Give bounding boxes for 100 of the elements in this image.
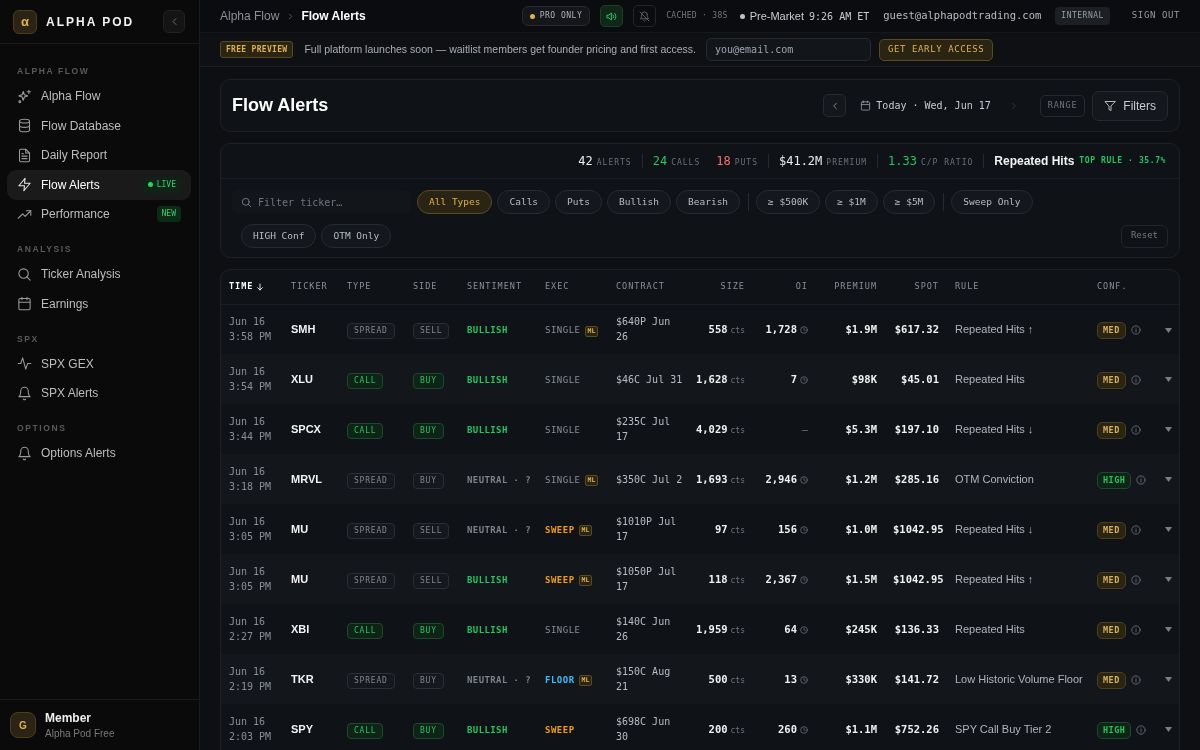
column-header[interactable]: TIME [229,280,265,294]
info-icon[interactable] [1130,375,1141,385]
filter-chip[interactable]: Bullish [607,190,672,214]
size-unit: cts [730,726,745,735]
confidence-tag: MED [1097,371,1126,389]
caret-icon[interactable] [1165,727,1172,733]
column-header[interactable]: CONF. [1097,280,1128,294]
live-label: LIVE [156,178,176,191]
filter-chip[interactable]: All Types [417,190,493,214]
user-plan: Alpha Pod Free [45,726,115,740]
column-header[interactable]: SENTIMENT [467,280,523,294]
side-tag: BUY [413,422,444,439]
premium-value: $1.9M [845,323,877,336]
date-picker-button[interactable]: Today · Wed, Jun 17 [860,98,991,113]
top-rule-name: Repeated Hits [994,153,1075,170]
date-text: Jun 16 [229,415,267,429]
filter-chip[interactable]: Sweep Only [951,190,1033,214]
info-icon[interactable] [1130,525,1141,535]
collapse-button[interactable] [163,10,185,33]
premium-value: $330K [845,673,877,685]
sidebar-item[interactable]: Options Alerts [7,438,191,468]
role-tag: INTERNAL [1055,7,1110,25]
filter-chip[interactable]: OTM Only [321,224,392,248]
spot-price: $197.10 [894,423,939,435]
sidebar-item[interactable]: Alpha Flow [7,81,191,111]
column-header[interactable]: SPOT [914,280,939,294]
date-text: Jun 16 [229,565,267,579]
column-header[interactable]: OI [795,280,808,294]
info-icon[interactable] [1130,325,1141,336]
search-field[interactable]: Filter ticker… [232,190,411,214]
type-tag: CALL [347,372,384,389]
type-tag: CALL [347,722,384,739]
caret-icon[interactable] [1165,577,1172,583]
size-unit: cts [730,576,745,585]
rule-name: Repeated Hits ↑ [955,573,1034,585]
sound-toggle-button[interactable] [600,5,624,27]
spot-price: $1042.95 [893,523,944,535]
date-text: Jun 16 [229,315,267,330]
filter-chip[interactable]: Calls [497,190,551,214]
reset-button[interactable]: Reset [1120,224,1168,248]
column-header[interactable]: CONTRACT [616,280,665,294]
column-header[interactable]: TYPE [347,280,372,294]
range-button[interactable]: RANGE [1039,94,1086,117]
caret-icon[interactable] [1165,527,1172,533]
sentiment-label: BULLISH [467,325,508,336]
email-field[interactable]: you@email.com [706,38,871,61]
contract-text: $1050P Jul 17 [616,565,678,594]
column-header[interactable]: TICKER [291,280,328,294]
column-header[interactable]: SIDE [413,280,438,294]
info-icon[interactable] [1130,675,1141,685]
filter-chip[interactable]: ≥ $1M [825,190,878,214]
sentiment-label: BULLISH [467,425,508,435]
top-rule-label: TOP RULE · 35.7% [1079,155,1166,167]
sidebar-item[interactable]: Earnings [7,289,191,319]
column-header[interactable]: RULE [955,280,980,294]
caret-icon[interactable] [1165,327,1172,333]
info-icon[interactable] [1136,475,1147,485]
sign-out-button[interactable]: SIGN OUT [1131,9,1180,23]
caret-icon[interactable] [1165,377,1172,383]
info-icon[interactable] [1130,425,1141,435]
rule-name: OTM Conviction [955,473,1034,485]
early-access-button[interactable]: GET EARLY ACCESS [879,38,994,61]
time-text: 3:44 PM [229,430,273,444]
section-label: ANALYSIS [16,243,73,255]
info-icon[interactable] [1130,625,1141,635]
execution-type: SWEEP [545,574,575,587]
filter-chip[interactable]: ≥ $500K [756,190,821,214]
caret-icon[interactable] [1165,627,1172,633]
breadcrumb-link[interactable]: Alpha Flow [220,7,280,25]
previous-day-button[interactable] [823,94,847,117]
confidence-tag: HIGH [1097,721,1132,739]
sidebar-item[interactable]: SPX Alerts [7,378,191,408]
filter-chip[interactable]: Bearish [676,190,741,214]
open-interest-value: 1,728 [765,322,797,338]
sidebar-item[interactable]: SPX GEX [7,349,191,379]
info-icon[interactable] [1136,725,1147,735]
info-icon[interactable] [1130,575,1141,585]
size-unit: cts [730,326,745,336]
sidebar-item[interactable]: Daily Report [7,140,191,170]
filter-chip[interactable]: HIGH Conf [241,224,317,248]
sidebar-item[interactable]: Flow Alerts LIVE [7,170,191,200]
caret-icon[interactable] [1165,677,1172,683]
sidebar-item[interactable]: Ticker Analysis [7,259,191,289]
column-header[interactable]: EXEC [545,280,570,294]
filter-chip[interactable]: Puts [555,190,602,214]
sidebar-item[interactable]: Flow Database [7,111,191,141]
time-text: 3:05 PM [229,580,273,594]
sidebar-item[interactable]: Performance NEW [7,199,191,229]
search-icon [241,196,252,208]
column-header[interactable]: SIZE [720,280,745,294]
stat-readout: $41.2M PREMIUM [778,153,868,170]
caret-icon[interactable] [1165,477,1172,483]
new-label: NEW [161,208,176,221]
notification-toggle-button[interactable] [633,5,657,27]
column-header[interactable]: PREMIUM [834,280,877,294]
caret-icon[interactable] [1165,427,1172,433]
filter-chip[interactable]: ≥ $5M [882,190,936,214]
rule-name: Repeated Hits [955,623,1025,635]
ticker-symbol: SPY [291,723,313,735]
filters-button[interactable]: Filters [1092,90,1168,121]
